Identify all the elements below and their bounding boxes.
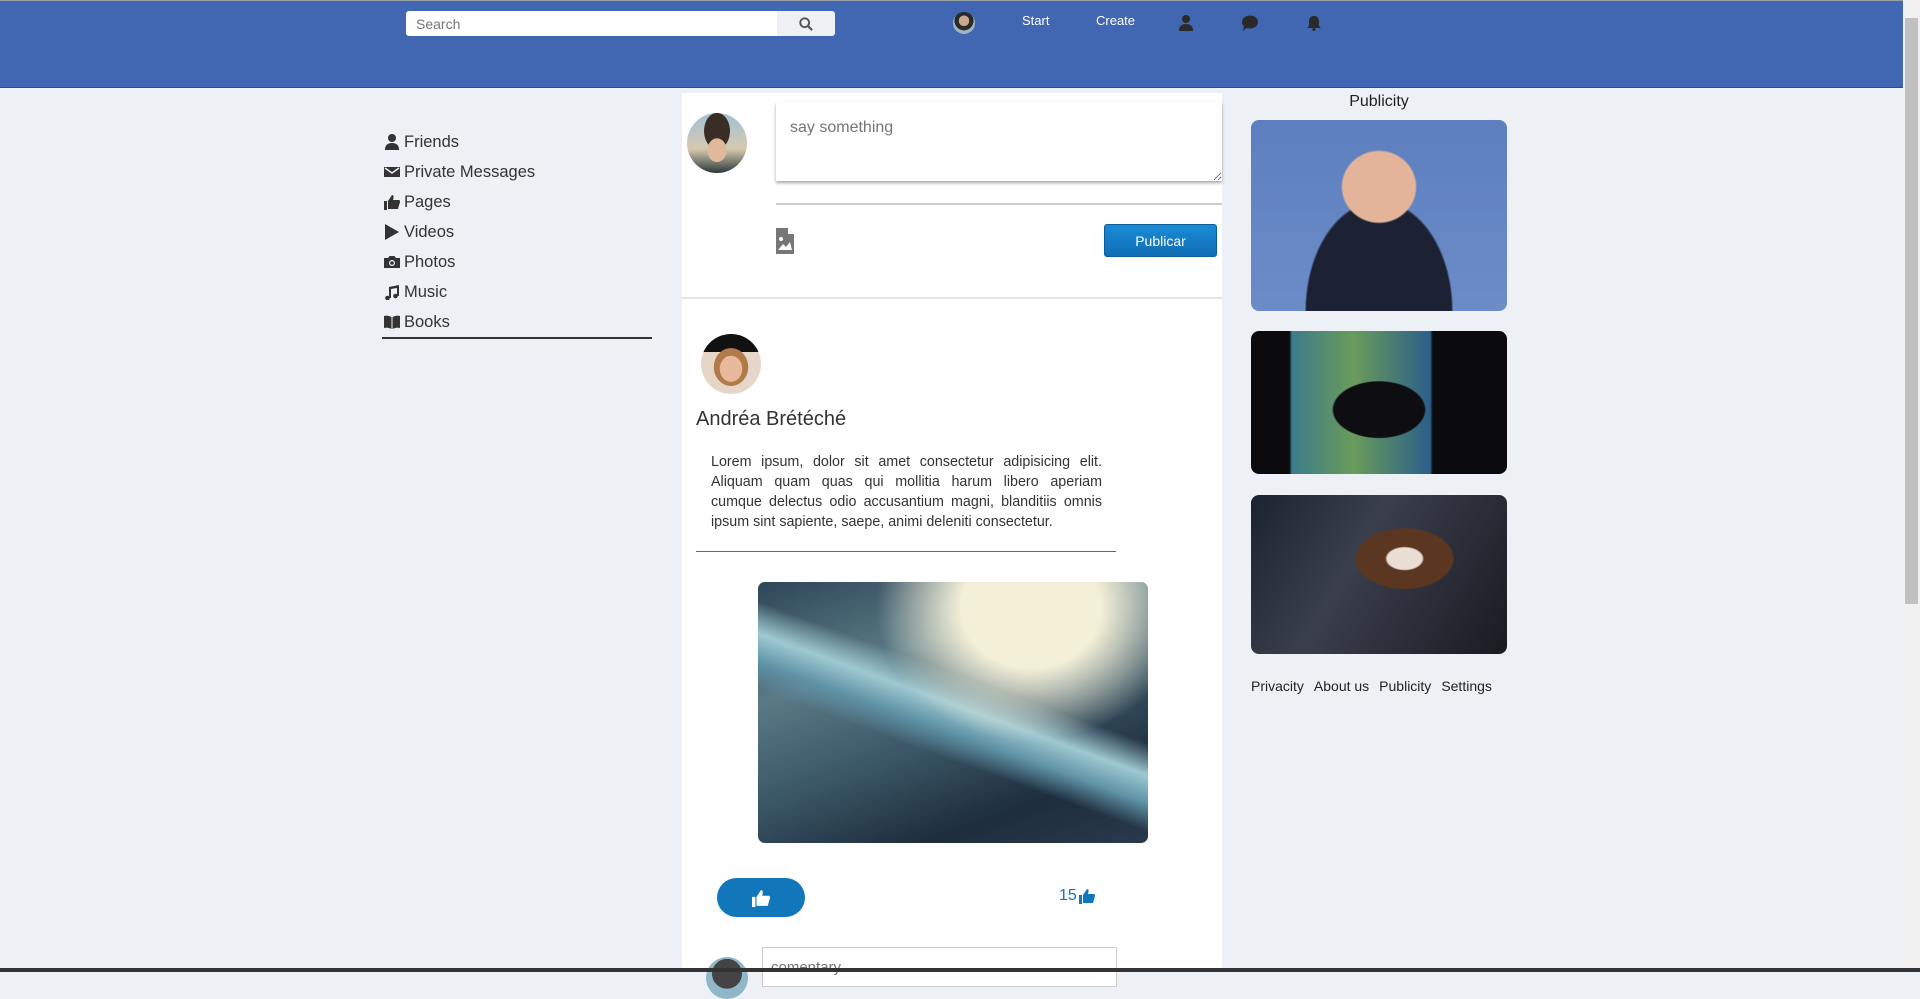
sidebar-item-label: Music [404, 282, 448, 301]
post-divider [696, 551, 1116, 552]
nav-create[interactable]: Create [1096, 13, 1135, 28]
nav-start[interactable]: Start [1022, 13, 1049, 28]
friends-button[interactable] [1175, 12, 1197, 34]
scrollbar-thumb[interactable] [1905, 18, 1918, 604]
messages-button[interactable] [1239, 12, 1261, 34]
search-icon [799, 16, 813, 31]
user-icon [1179, 15, 1193, 31]
like-count: 15 [1059, 887, 1095, 905]
music-icon [385, 285, 399, 300]
sidebar-item-photos[interactable]: Photos [384, 250, 455, 274]
footer-link-settings[interactable]: Settings [1441, 678, 1492, 694]
ad-image[interactable] [1251, 120, 1507, 311]
feed-divider [682, 297, 1222, 299]
sidebar-item-friends[interactable]: Friends [384, 130, 459, 154]
sidebar-item-label: Friends [404, 132, 460, 151]
like-button[interactable] [717, 878, 805, 917]
publish-button[interactable]: Publicar [1104, 224, 1217, 257]
composer-avatar [687, 113, 747, 173]
bell-icon [1307, 16, 1321, 31]
thumbs-up-icon [384, 195, 400, 210]
search-input[interactable] [406, 11, 777, 36]
footer-links: Privacity About us Publicity Settings [1251, 678, 1492, 694]
sidebar-item-label: Videos [404, 222, 455, 241]
play-icon [385, 224, 399, 240]
sidebar-item-label: Pages [404, 192, 451, 211]
envelope-icon [384, 167, 400, 177]
sidebar-item-pages[interactable]: Pages [384, 190, 451, 214]
sidebar-item-music[interactable]: Music [384, 280, 447, 304]
window-bottom-border [0, 968, 1920, 972]
comment-input[interactable] [762, 947, 1117, 987]
post-textarea[interactable] [776, 102, 1222, 181]
thumbs-up-icon [752, 889, 770, 907]
footer-link-publicity[interactable]: Publicity [1379, 678, 1431, 694]
chat-icon [1242, 15, 1258, 31]
sidebar-item-label: Books [404, 312, 450, 331]
footer-link-about[interactable]: About us [1314, 678, 1369, 694]
top-navbar [0, 1, 1903, 88]
post-image [758, 582, 1148, 843]
ad-image[interactable] [1251, 331, 1507, 474]
sidebar-item-label: Photos [404, 252, 456, 271]
publicity-title: Publicity [1349, 93, 1409, 110]
image-file-icon[interactable] [776, 228, 794, 254]
notifications-button[interactable] [1303, 12, 1325, 34]
camera-icon [384, 256, 400, 268]
sidebar-item-private-messages[interactable]: Private Messages [384, 160, 535, 184]
search-button[interactable] [777, 11, 835, 36]
post-text: Lorem ipsum, dolor sit amet consectetur … [711, 454, 1102, 530]
composer-divider [776, 203, 1222, 205]
commenter-avatar [706, 957, 748, 999]
profile-avatar[interactable] [953, 12, 975, 34]
author-avatar[interactable] [701, 334, 761, 394]
sidebar-item-books[interactable]: Books [384, 310, 450, 334]
ad-image[interactable] [1251, 495, 1507, 654]
sidebar-divider [382, 337, 652, 339]
like-count-value: 15 [1059, 887, 1077, 904]
thumbs-up-icon [1078, 889, 1095, 904]
book-icon [384, 315, 400, 329]
footer-link-privacity[interactable]: Privacity [1251, 678, 1304, 694]
user-icon [385, 134, 399, 150]
sidebar-item-videos[interactable]: Videos [384, 220, 454, 244]
sidebar-item-label: Private Messages [404, 162, 536, 181]
author-name[interactable]: Andréa Brétéché [696, 408, 846, 431]
